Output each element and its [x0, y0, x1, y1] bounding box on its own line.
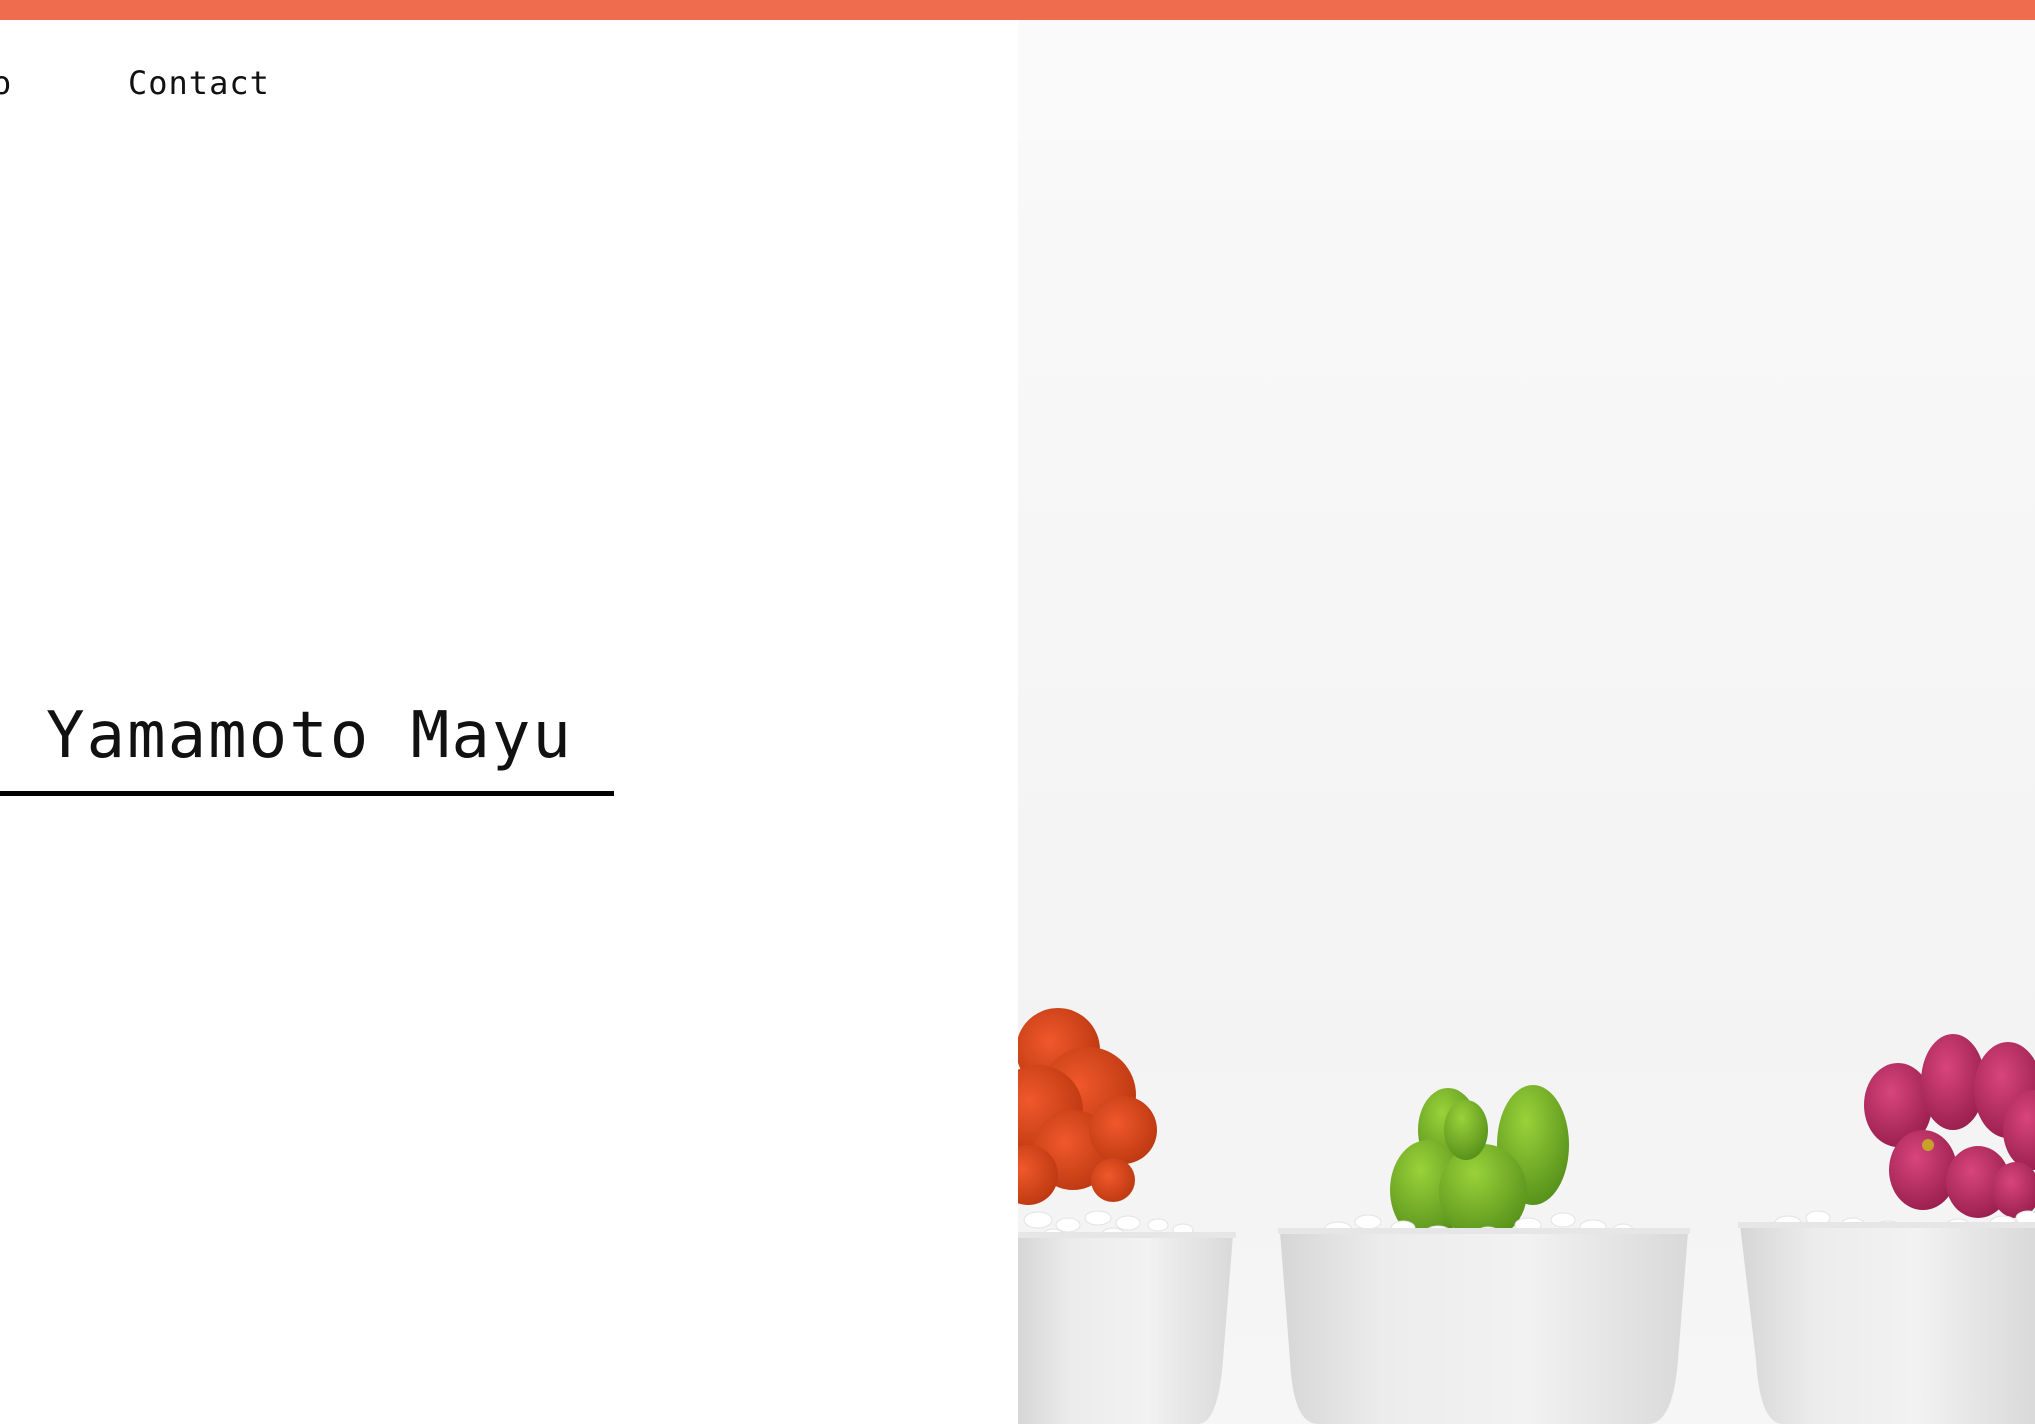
top-accent-bar — [0, 0, 2035, 20]
right-pot — [1740, 1225, 2035, 1424]
image-top-band — [1018, 20, 2035, 140]
hero-image — [1018, 20, 2035, 1424]
main-nav: o Contact — [0, 58, 1018, 108]
hero-title: Yamamoto Mayu — [46, 699, 573, 773]
title-underline — [0, 791, 614, 796]
left-pot — [1018, 1235, 1233, 1424]
nav-link-partial[interactable]: o — [0, 58, 12, 108]
nav-link-contact[interactable]: Contact — [128, 58, 270, 108]
middle-pot — [1280, 1232, 1688, 1424]
page: o Contact Yamamoto Mayu — [0, 0, 2035, 1424]
